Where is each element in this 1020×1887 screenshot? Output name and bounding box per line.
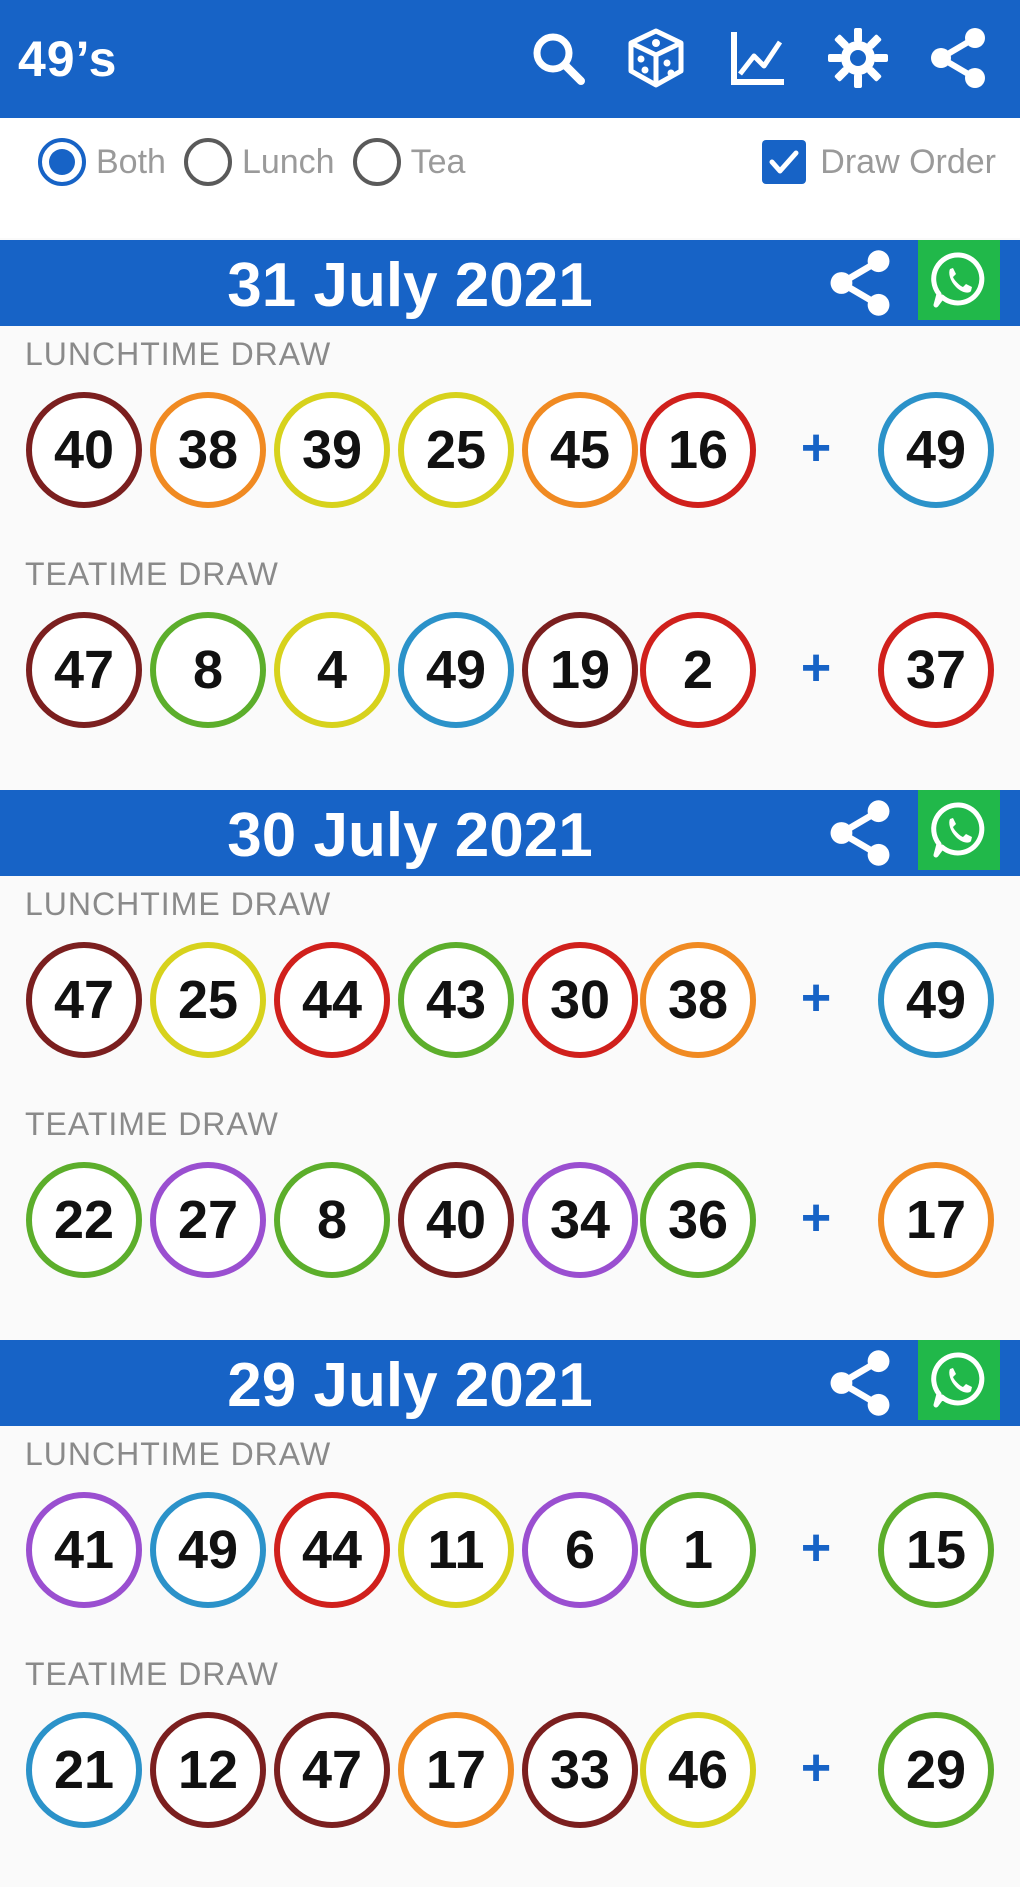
lotto-ball: 47 [26, 942, 142, 1058]
radio-both-label: Both [96, 142, 166, 181]
bonus-ball: 15 [878, 1492, 994, 1608]
day-header: 30 July 2021 [0, 790, 1020, 876]
lotto-ball: 21 [26, 1712, 142, 1828]
day-header: 29 July 2021 [0, 1340, 1020, 1426]
lotto-ball: 17 [398, 1712, 514, 1828]
lotto-ball: 8 [274, 1162, 390, 1278]
bonus-ball: 49 [878, 942, 994, 1058]
bonus-ball: 17 [878, 1162, 994, 1278]
draw-label: TEATIME DRAW [25, 556, 279, 592]
radio-lunch[interactable]: Lunch [183, 138, 335, 186]
lotto-ball: 27 [150, 1162, 266, 1278]
whatsapp-share-button[interactable] [918, 1340, 1000, 1420]
day-header: 31 July 2021 [0, 240, 1020, 326]
plus-sign: + [800, 969, 832, 1027]
draw-label: LUNCHTIME DRAW [25, 1436, 332, 1472]
share-icon [830, 250, 890, 316]
lotto-ball: 39 [274, 392, 390, 508]
lotto-ball: 49 [150, 1492, 266, 1608]
plus-sign: + [800, 1189, 832, 1247]
lotto-ball: 47 [274, 1712, 390, 1828]
radio-tea-label: Tea [410, 142, 466, 181]
draw-label: TEATIME DRAW [25, 1656, 279, 1692]
ball-row: 40 38 39 25 45 16 +49 [0, 392, 1020, 512]
lotto-ball: 2 [640, 612, 756, 728]
lotto-ball: 8 [150, 612, 266, 728]
share-icon [830, 800, 890, 866]
lotto-ball: 38 [150, 392, 266, 508]
draw-type-radio-group: Both Lunch Tea [38, 138, 483, 186]
share-day-button[interactable] [820, 1344, 900, 1422]
ball-row: 47 25 44 43 30 38 +49 [0, 942, 1020, 1062]
whatsapp-icon [931, 802, 985, 858]
share-icon[interactable] [924, 24, 992, 92]
draw-label: LUNCHTIME DRAW [25, 886, 332, 922]
lotto-ball: 43 [398, 942, 514, 1058]
bonus-ball: 29 [878, 1712, 994, 1828]
day-date: 30 July 2021 [227, 801, 593, 870]
lotto-ball: 46 [640, 1712, 756, 1828]
ball-row: 41 49 44 11 6 1 +15 [0, 1492, 1020, 1612]
whatsapp-share-button[interactable] [918, 240, 1000, 320]
lotto-ball: 11 [398, 1492, 514, 1608]
lotto-ball: 16 [640, 392, 756, 508]
draw-order-checkbox[interactable]: Draw Order [762, 140, 996, 184]
bonus-ball: 37 [878, 612, 994, 728]
ball-row: 21 12 47 17 33 46 +29 [0, 1712, 1020, 1832]
radio-tea-circle [352, 138, 401, 186]
lotto-ball: 40 [26, 392, 142, 508]
plus-sign: + [800, 1519, 832, 1577]
dice-icon[interactable] [622, 24, 690, 92]
whatsapp-share-button[interactable] [918, 790, 1000, 870]
lotto-ball: 25 [398, 392, 514, 508]
lotto-ball: 41 [26, 1492, 142, 1608]
ball-row: 47 8 4 49 19 2 +37 [0, 612, 1020, 732]
draw-label: LUNCHTIME DRAW [25, 336, 332, 372]
radio-both-circle [38, 138, 86, 186]
draw-order-label: Draw Order [820, 142, 996, 181]
lotto-ball: 44 [274, 1492, 390, 1608]
lotto-ball: 6 [522, 1492, 638, 1608]
radio-tea[interactable]: Tea [352, 138, 466, 186]
lotto-ball: 22 [26, 1162, 142, 1278]
day-date: 29 July 2021 [227, 1351, 593, 1420]
lotto-ball: 45 [522, 392, 638, 508]
lotto-ball: 49 [398, 612, 514, 728]
lotto-ball: 34 [522, 1162, 638, 1278]
lotto-ball: 36 [640, 1162, 756, 1278]
chart-icon[interactable] [724, 24, 792, 92]
bonus-ball: 49 [878, 392, 994, 508]
lotto-ball: 33 [522, 1712, 638, 1828]
search-icon[interactable] [524, 24, 592, 92]
plus-sign: + [800, 639, 832, 697]
draw-label: TEATIME DRAW [25, 1106, 279, 1142]
lotto-ball: 30 [522, 942, 638, 1058]
whatsapp-icon [931, 252, 985, 308]
share-day-button[interactable] [820, 794, 900, 872]
radio-lunch-circle [183, 138, 232, 186]
share-icon [830, 1350, 890, 1416]
lotto-ball: 40 [398, 1162, 514, 1278]
lotto-ball: 4 [274, 612, 390, 728]
app-title: 49’s [18, 31, 118, 87]
lotto-ball: 1 [640, 1492, 756, 1608]
lotto-ball: 38 [640, 942, 756, 1058]
app-bar: 49’s [0, 0, 1020, 118]
gear-icon[interactable] [824, 24, 892, 92]
radio-lunch-label: Lunch [241, 142, 335, 181]
share-day-button[interactable] [820, 244, 900, 322]
lotto-ball: 25 [150, 942, 266, 1058]
day-date: 31 July 2021 [227, 251, 593, 320]
filter-bar: Both Lunch Tea Draw Order [0, 118, 1020, 238]
lotto-ball: 12 [150, 1712, 266, 1828]
lotto-ball: 44 [274, 942, 390, 1058]
plus-sign: + [800, 419, 832, 477]
whatsapp-icon [931, 1352, 985, 1408]
checkmark-icon [762, 140, 807, 184]
ball-row: 22 27 8 40 34 36 +17 [0, 1162, 1020, 1282]
lotto-ball: 19 [522, 612, 638, 728]
plus-sign: + [800, 1739, 832, 1797]
radio-both[interactable]: Both [38, 138, 166, 186]
lotto-ball: 47 [26, 612, 142, 728]
